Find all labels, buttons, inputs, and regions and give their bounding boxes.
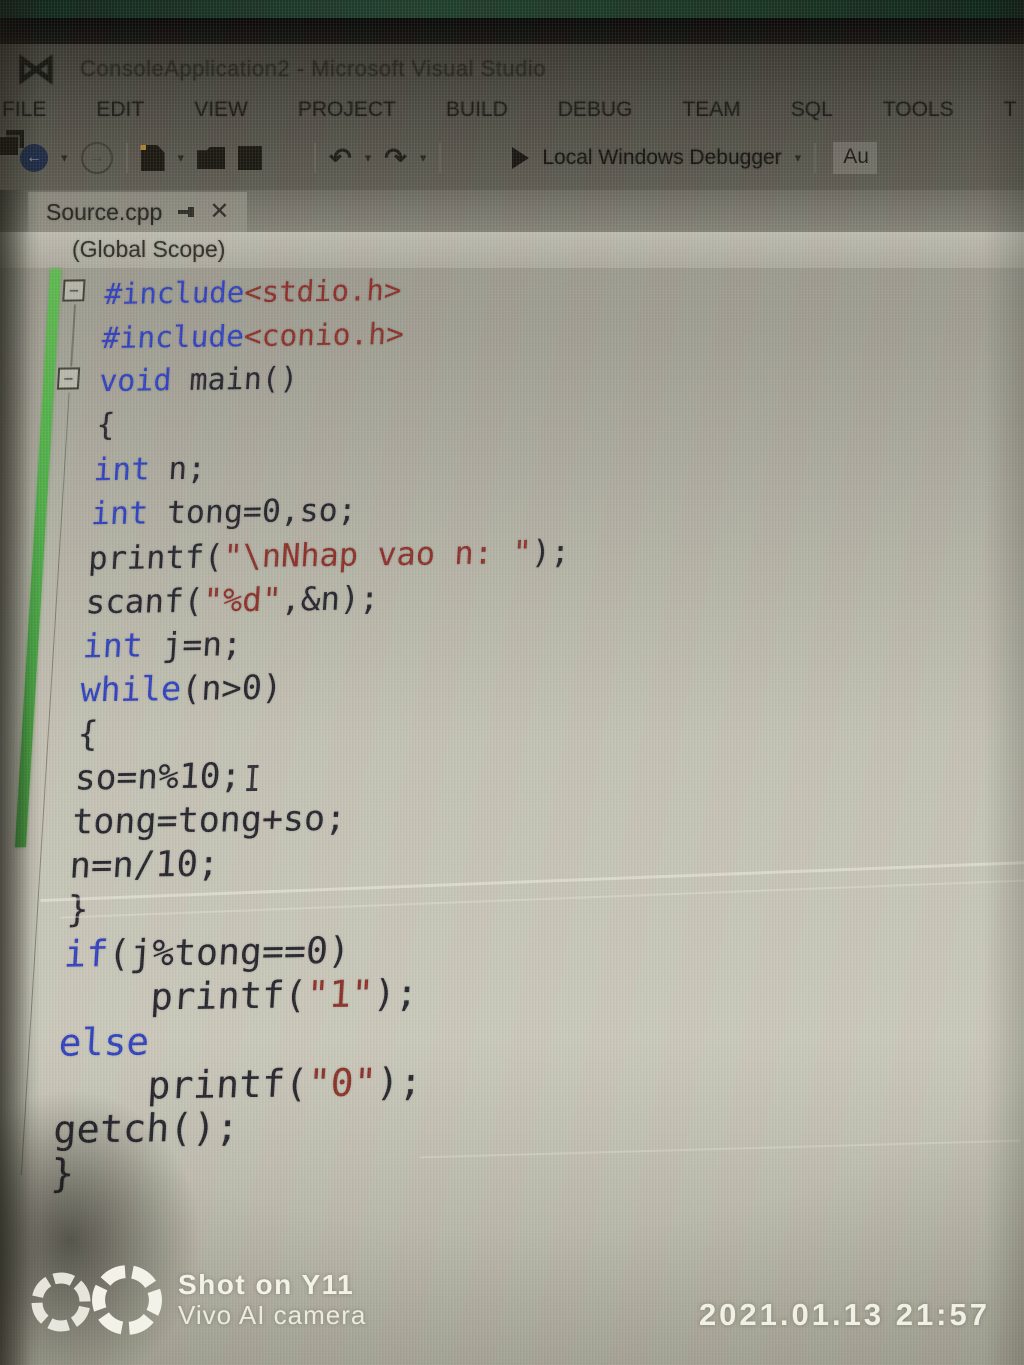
save-button[interactable] xyxy=(238,146,263,170)
code-token: { xyxy=(76,714,100,755)
menu-item-view[interactable]: VIEW xyxy=(194,98,248,122)
menu-item-test-cutoff[interactable]: T xyxy=(1004,98,1017,122)
watermark-text: Shot on Y11 Vivo AI camera xyxy=(178,1269,366,1331)
chevron-down-icon[interactable]: ▾ xyxy=(420,150,427,166)
code-token: n=n/10; xyxy=(68,843,221,887)
code-token: printf( xyxy=(87,537,225,578)
screen-bezel-band xyxy=(0,18,1024,44)
code-token: #include xyxy=(103,275,246,312)
menu-item-edit[interactable]: EDIT xyxy=(96,98,144,122)
code-token: (n>0) xyxy=(180,667,284,709)
code-token: "\nNhap vao n: " xyxy=(222,533,533,576)
start-debug-icon xyxy=(512,147,530,169)
fold-guide-line xyxy=(70,304,77,367)
navigate-forward-button[interactable]: → xyxy=(80,142,113,174)
editor-viewport: − #include<stdio.h> #include<conio.h> − void… xyxy=(14,260,946,1233)
watermark-line2: Vivo AI camera xyxy=(178,1300,367,1331)
new-file-button[interactable] xyxy=(140,145,165,171)
photographed-screen: ⋈ ConsoleApplication2 - Microsoft Visual… xyxy=(0,0,1024,1365)
start-debug-button[interactable]: Local Windows Debugger xyxy=(542,146,781,170)
code-token: (j%tong==0) xyxy=(106,928,352,976)
chevron-down-icon[interactable]: ▾ xyxy=(61,150,68,166)
toolbar-separator xyxy=(439,143,442,173)
undo-button[interactable]: ↶ xyxy=(329,145,352,172)
tracked-changes-bar xyxy=(14,268,62,848)
tab-source-cpp[interactable]: Source.cpp ✕ xyxy=(28,192,248,232)
code-token: } xyxy=(49,1151,76,1197)
document-tab-bar: Source.cpp ✕ xyxy=(0,190,1024,232)
chevron-down-icon[interactable]: ▾ xyxy=(178,150,185,166)
code-token: "0" xyxy=(306,1060,378,1106)
code-token: j=n; xyxy=(141,624,244,665)
forward-arrow-icon: → xyxy=(88,149,105,166)
screen-bezel-top xyxy=(0,0,1024,18)
code-token: void xyxy=(98,363,173,400)
save-all-button[interactable] xyxy=(275,145,301,171)
menu-bar: FILE EDIT VIEW PROJECT BUILD DEBUG TEAM … xyxy=(0,90,1024,130)
menu-item-build[interactable]: BUILD xyxy=(446,98,508,122)
close-icon[interactable]: ✕ xyxy=(209,200,229,224)
mouse-ibeam-cursor xyxy=(250,764,255,792)
pin-icon[interactable] xyxy=(178,207,195,217)
code-token: ); xyxy=(530,532,572,572)
code-token: "1" xyxy=(305,972,375,1017)
vs-window-chrome: ⋈ ConsoleApplication2 - Microsoft Visual… xyxy=(0,44,1024,190)
window-title: ConsoleApplication2 - Microsoft Visual S… xyxy=(80,56,546,81)
code-token: scanf( xyxy=(84,581,205,622)
shutter-aperture-icon xyxy=(28,1261,164,1339)
code-token: "%d" xyxy=(202,580,283,620)
code-token: n; xyxy=(148,450,207,488)
menu-item-tools[interactable]: TOOLS xyxy=(883,98,954,122)
scope-dropdown[interactable]: (Global Scope) xyxy=(72,236,225,263)
back-arrow-icon: ← xyxy=(26,149,42,166)
code-token: while xyxy=(79,668,183,710)
redo-button[interactable]: ↷ xyxy=(384,145,407,172)
code-token: { xyxy=(95,407,117,444)
code-token: tong=0,so; xyxy=(146,492,358,532)
solution-config-dropdown[interactable]: Au xyxy=(833,142,877,174)
code-token: printf( xyxy=(54,1061,310,1109)
timestamp: 2021.01.13 21:57 xyxy=(698,1297,990,1332)
code-token: int xyxy=(81,625,144,666)
code-token: else xyxy=(57,1019,151,1065)
code-token: #include xyxy=(100,319,246,356)
code-token: so=n%10; xyxy=(73,756,243,799)
navigate-back-button[interactable]: ← xyxy=(20,144,48,172)
code-token: printf( xyxy=(60,973,308,1020)
code-area[interactable]: − #include<stdio.h> #include<conio.h> − void… xyxy=(20,260,945,1197)
code-token: int xyxy=(90,495,150,533)
code-token: ); xyxy=(375,1059,424,1105)
watermark-line1: Shot on Y11 xyxy=(178,1268,355,1300)
code-token: if xyxy=(62,932,110,976)
code-token: ); xyxy=(372,971,420,1016)
toolbar-separator xyxy=(814,143,817,173)
fold-toggle-icon[interactable]: − xyxy=(62,279,86,302)
code-token: } xyxy=(65,889,90,931)
menu-item-debug[interactable]: DEBUG xyxy=(558,98,633,122)
chevron-down-icon[interactable]: ▾ xyxy=(795,150,802,166)
code-token: int xyxy=(92,451,151,489)
fold-toggle-icon[interactable]: − xyxy=(56,367,81,390)
menu-item-file[interactable]: FILE xyxy=(2,98,46,122)
menu-item-project[interactable]: PROJECT xyxy=(298,98,396,122)
code-token: <conio.h> xyxy=(242,316,405,354)
visual-studio-logo-icon: ⋈ xyxy=(16,47,56,91)
code-token: tong=tong+so; xyxy=(71,798,348,843)
chevron-down-icon[interactable]: ▾ xyxy=(365,150,372,166)
menu-item-sql[interactable]: SQL xyxy=(791,98,833,122)
code-token: main() xyxy=(170,361,300,399)
code-token: getch(); xyxy=(52,1105,241,1153)
code-token: <stdio.h> xyxy=(243,272,403,310)
title-bar: ⋈ ConsoleApplication2 - Microsoft Visual… xyxy=(0,44,1024,91)
toolbar: ← ▾ → ▾ ↶ ▾ ↷ ▾ Local Windows Debugger ▾… xyxy=(0,130,1024,186)
toolbar-separator xyxy=(125,143,128,173)
camera-watermark: Shot on Y11 Vivo AI camera xyxy=(28,1261,366,1339)
toolbar-separator xyxy=(314,143,317,173)
tab-label: Source.cpp xyxy=(46,198,163,225)
menu-item-team[interactable]: TEAM xyxy=(682,98,740,122)
open-file-button[interactable] xyxy=(197,147,226,169)
code-token: ,&n); xyxy=(280,579,381,619)
